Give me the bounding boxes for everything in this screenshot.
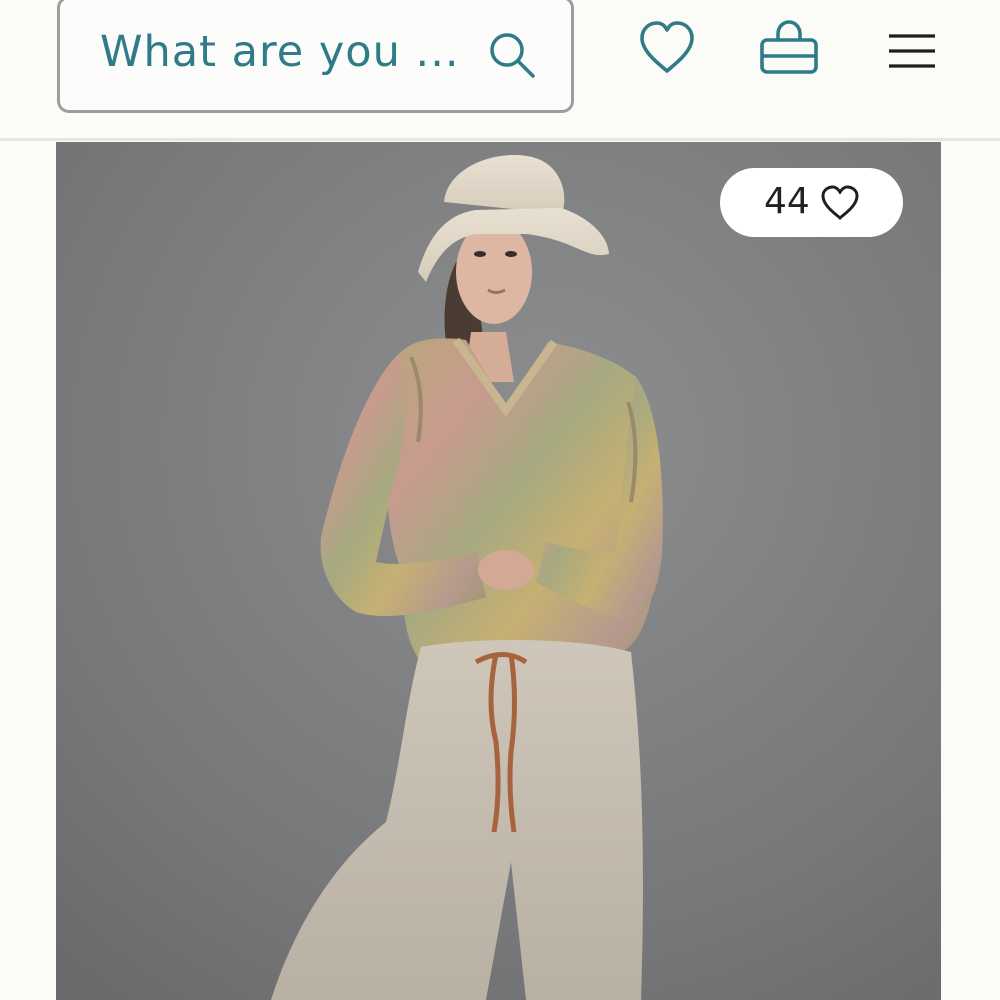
like-count: 44 (764, 181, 810, 222)
product-photo (56, 142, 941, 1000)
hamburger-menu-icon[interactable] (886, 30, 938, 72)
shopping-bag-icon[interactable] (758, 18, 820, 76)
heart-outline-icon (821, 185, 859, 221)
wishlist-heart-icon[interactable] (636, 18, 698, 76)
like-button[interactable]: 44 (720, 168, 903, 237)
header-divider (0, 138, 1000, 141)
search-icon[interactable] (487, 30, 537, 80)
search-input[interactable]: What are you ... (100, 27, 460, 77)
search-field[interactable]: What are you ... (57, 0, 574, 113)
product-image[interactable] (56, 142, 941, 1000)
top-header: What are you ... (0, 0, 1000, 138)
